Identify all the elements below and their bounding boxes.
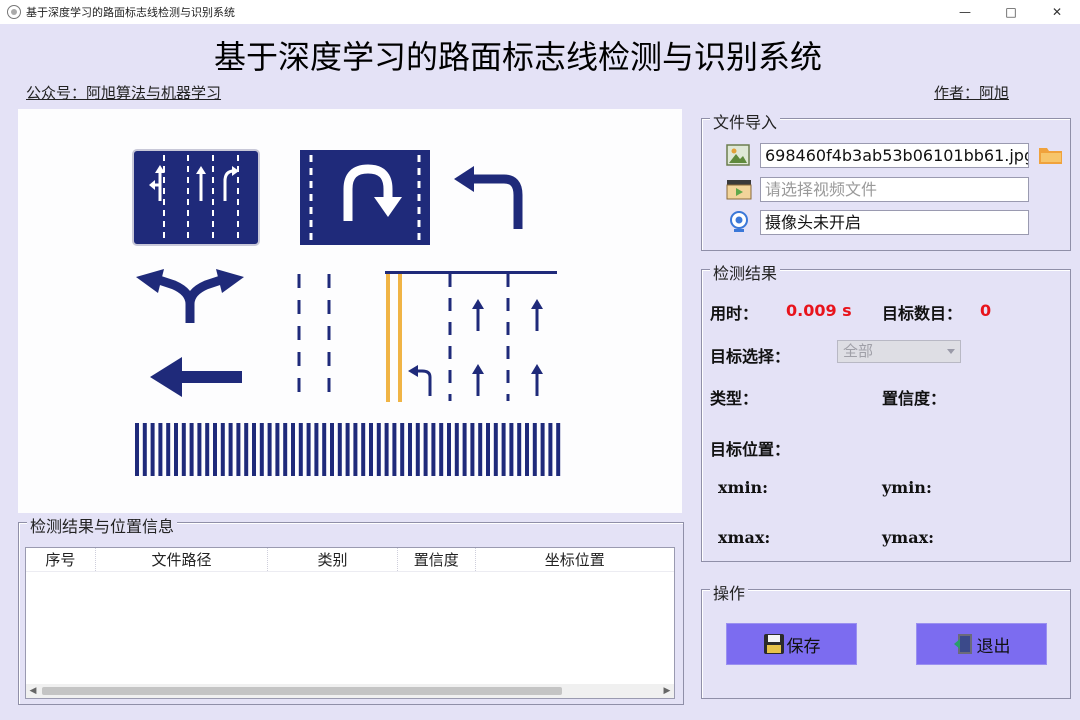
- table-header: 序号 文件路径 类别 置信度 坐标位置: [26, 548, 674, 572]
- window-title: 基于深度学习的路面标志线检测与识别系统: [26, 6, 235, 19]
- column-header-index[interactable]: 序号: [26, 548, 96, 571]
- results-table[interactable]: 序号 文件路径 类别 置信度 坐标位置 ◀ ▶: [25, 547, 675, 699]
- wechat-account-link[interactable]: 公众号：阿旭算法与机器学习: [26, 82, 221, 103]
- column-header-position[interactable]: 坐标位置: [476, 548, 674, 571]
- target-count-value: 0: [980, 301, 992, 320]
- road-marking-image: [132, 149, 561, 476]
- scrollbar-thumb[interactable]: [42, 687, 562, 695]
- window-titlebar: 基于深度学习的路面标志线检测与识别系统 — □ ✕: [0, 0, 1080, 24]
- horizontal-scrollbar[interactable]: ◀ ▶: [26, 684, 674, 698]
- results-table-group-title: 检测结果与位置信息: [27, 513, 178, 537]
- column-header-confidence[interactable]: 置信度: [398, 548, 476, 571]
- column-header-category[interactable]: 类别: [268, 548, 398, 571]
- save-button-label: 保存: [786, 636, 821, 657]
- image-display: [18, 109, 682, 513]
- xmin-label: xmin:: [718, 478, 769, 497]
- confidence-label: 置信度：: [882, 389, 947, 408]
- video-path-field[interactable]: 请选择视频文件: [760, 177, 1029, 202]
- exit-icon: [953, 634, 972, 654]
- column-header-file-path[interactable]: 文件路径: [96, 548, 269, 571]
- save-button[interactable]: 保存: [726, 623, 857, 665]
- page-title: 基于深度学习的路面标志线检测与识别系统: [213, 38, 822, 76]
- type-label: 类型：: [710, 389, 759, 408]
- target-count-label: 目标数目：: [882, 304, 963, 323]
- video-file-icon[interactable]: [726, 177, 752, 205]
- camera-icon[interactable]: [727, 210, 751, 238]
- save-icon: [763, 634, 784, 654]
- author-link[interactable]: 作者：阿旭: [934, 82, 1009, 103]
- target-select-dropdown[interactable]: 全部: [837, 340, 961, 363]
- close-button[interactable]: ✕: [1034, 0, 1080, 24]
- camera-status-field[interactable]: 摄像头未开启: [760, 210, 1029, 235]
- time-value: 0.009 s: [786, 301, 852, 320]
- time-label: 用时：: [710, 304, 759, 323]
- scroll-right-icon[interactable]: ▶: [660, 684, 674, 698]
- app-icon: [7, 5, 21, 19]
- folder-icon[interactable]: [1038, 143, 1064, 171]
- exit-button-label: 退出: [976, 636, 1011, 657]
- target-select-value: 全部: [843, 342, 874, 360]
- target-select-label: 目标选择：: [710, 347, 791, 366]
- operations-group-title: 操作: [710, 580, 749, 604]
- target-position-label: 目标位置：: [710, 440, 791, 459]
- maximize-button[interactable]: □: [988, 0, 1034, 24]
- image-file-icon[interactable]: [726, 143, 750, 171]
- minimize-button[interactable]: —: [942, 0, 988, 24]
- xmax-label: xmax:: [718, 528, 771, 547]
- ymax-label: ymax:: [882, 528, 935, 547]
- ymin-label: ymin:: [882, 478, 932, 497]
- scroll-left-icon[interactable]: ◀: [26, 684, 40, 698]
- image-path-field[interactable]: 698460f4b3ab53b06101bb61.jpg: [760, 143, 1029, 168]
- exit-button[interactable]: 退出: [916, 623, 1047, 665]
- file-import-group-title: 文件导入: [710, 109, 781, 133]
- detection-results-group-title: 检测结果: [710, 260, 781, 284]
- chevron-down-icon: [947, 349, 955, 354]
